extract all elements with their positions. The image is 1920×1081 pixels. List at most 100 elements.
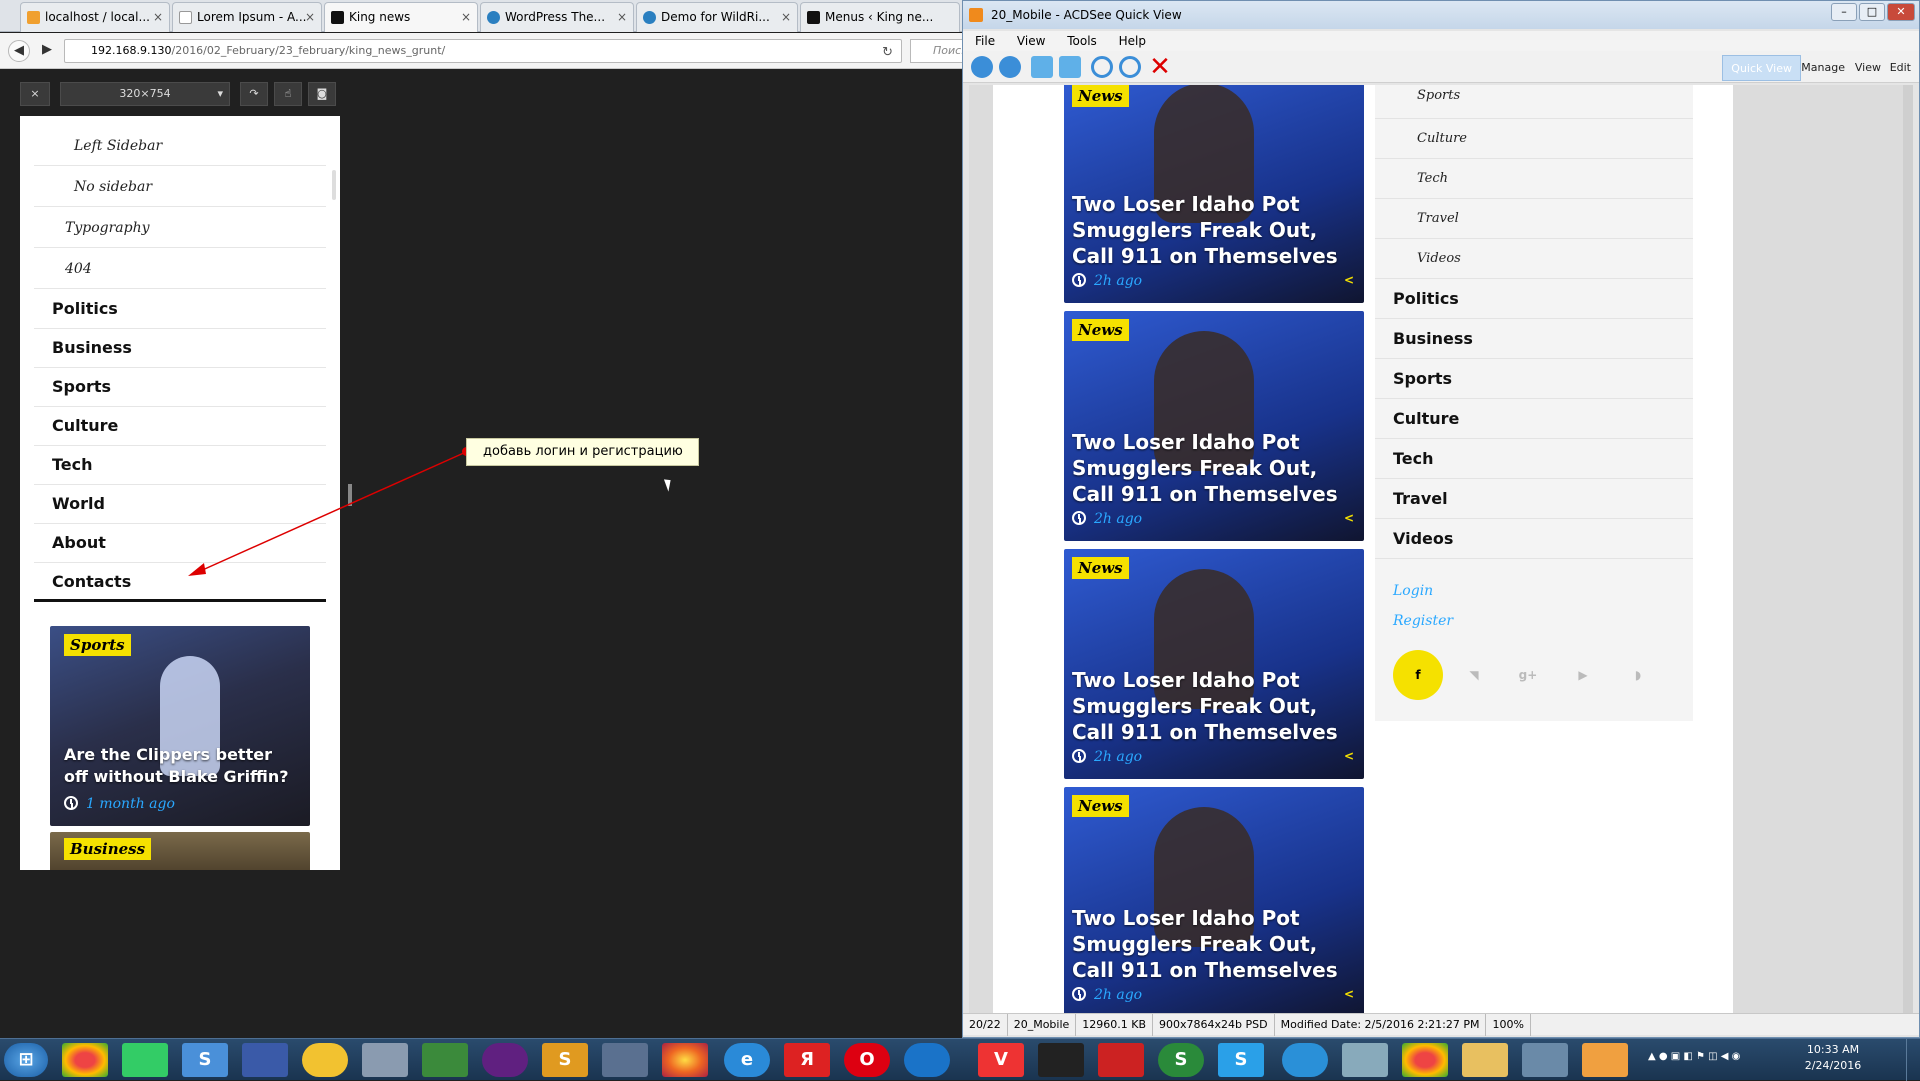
media-icon[interactable] — [482, 1043, 528, 1077]
show-desktop-button[interactable] — [1906, 1039, 1920, 1081]
status-bar: 20/22 20_Mobile 12960.1 KB 900x7864x24b PSD… — [963, 1013, 1919, 1036]
twitter-icon[interactable]: ◥ — [1449, 650, 1499, 700]
category-badge[interactable]: News — [1072, 319, 1129, 341]
sublime-icon[interactable]: S — [542, 1043, 588, 1077]
clock-icon — [1072, 987, 1086, 1001]
opera-icon[interactable]: O — [844, 1043, 890, 1077]
card-time: 2h ago — [1072, 273, 1142, 289]
scrollbar[interactable] — [1903, 85, 1913, 1013]
app-warning-icon[interactable] — [302, 1043, 348, 1077]
menu-bar: File View Tools Help — [963, 31, 1919, 51]
skype-s-icon[interactable]: S — [182, 1043, 228, 1077]
share-icon[interactable]: < — [1344, 273, 1354, 287]
notepad-icon[interactable] — [122, 1043, 168, 1077]
sidebar-item-sports[interactable]: Sports — [1375, 359, 1693, 399]
sidebar-sub-culture[interactable]: Culture — [1375, 119, 1693, 159]
app-icon[interactable] — [1038, 1043, 1084, 1077]
youtube-icon[interactable]: ▶ — [1558, 650, 1608, 700]
sidebar-item-politics[interactable]: Politics — [1375, 279, 1693, 319]
maximize-button[interactable]: □ — [1859, 3, 1885, 21]
clock-icon — [1072, 749, 1086, 763]
chrome-icon[interactable] — [1402, 1043, 1448, 1077]
minimize-button[interactable]: – — [1831, 3, 1857, 21]
status-zoom: 100% — [1486, 1014, 1531, 1036]
start-button[interactable]: ⊞ — [4, 1043, 48, 1077]
news-card[interactable]: News Two Loser Idaho Pot Smugglers Freak… — [1064, 311, 1364, 541]
tab-quick-view[interactable]: Quick View — [1722, 55, 1801, 81]
annotation-arrow — [188, 451, 467, 576]
sidebar-item-travel[interactable]: Travel — [1375, 479, 1693, 519]
menu-file[interactable]: File — [975, 34, 995, 48]
card-title[interactable]: Two Loser Idaho Pot Smugglers Freak Out,… — [1072, 429, 1352, 507]
annotation-note: добавь логин и регистрацию — [466, 438, 699, 466]
category-badge[interactable]: News — [1072, 795, 1129, 817]
sidebar-item-videos[interactable]: Videos — [1375, 519, 1693, 559]
share-icon[interactable]: < — [1344, 511, 1354, 525]
category-badge[interactable]: News — [1072, 85, 1129, 107]
acdsee-icon[interactable] — [1582, 1043, 1628, 1077]
login-link[interactable]: Login — [1393, 583, 1433, 599]
image-viewport[interactable]: News Two Loser Idaho Pot Smugglers Freak… — [969, 85, 1913, 1013]
previous-icon[interactable] — [971, 56, 993, 78]
rotate-left-icon[interactable] — [1031, 56, 1053, 78]
close-button[interactable]: ✕ — [1887, 3, 1915, 21]
anydesk-icon[interactable] — [1098, 1043, 1144, 1077]
facebook-icon[interactable]: f — [1393, 650, 1443, 700]
clock[interactable]: 10:33 AM 2/24/2016 — [1798, 1042, 1868, 1074]
register-link[interactable]: Register — [1393, 613, 1453, 629]
clock-icon — [1072, 273, 1086, 287]
social-row: f ◥ g+ ▶ ◗ — [1393, 650, 1683, 700]
news-card[interactable]: News Two Loser Idaho Pot Smugglers Freak… — [1064, 85, 1364, 303]
sidebar-item-tech[interactable]: Tech — [1375, 439, 1693, 479]
sidebar-sub-sports[interactable]: Sports — [1375, 85, 1693, 119]
share-icon[interactable]: < — [1344, 987, 1354, 1001]
tablet-icon[interactable] — [1342, 1043, 1388, 1077]
save-icon[interactable] — [242, 1043, 288, 1077]
zoom-in-icon[interactable] — [1091, 56, 1113, 78]
acdsee-window: 20_Mobile - ACDSee Quick View – □ ✕ File… — [962, 0, 1920, 1038]
menu-view[interactable]: View — [1017, 34, 1045, 48]
card-time: 2h ago — [1072, 511, 1142, 527]
tab-edit[interactable]: Edit — [1882, 55, 1919, 81]
skype-icon[interactable]: S — [1218, 1043, 1264, 1077]
yandex-icon[interactable]: Я — [784, 1043, 830, 1077]
status-index: 20/22 — [963, 1014, 1008, 1036]
firefox-icon[interactable] — [662, 1043, 708, 1077]
status-modified: Modified Date: 2/5/2016 2:21:27 PM — [1275, 1014, 1487, 1036]
sidebar-item-business[interactable]: Business — [1375, 319, 1693, 359]
rss-icon[interactable]: ◗ — [1613, 650, 1663, 700]
sidebar-sub-tech[interactable]: Tech — [1375, 159, 1693, 199]
card-title[interactable]: Two Loser Idaho Pot Smugglers Freak Out,… — [1072, 905, 1352, 983]
menu-help[interactable]: Help — [1119, 34, 1146, 48]
ie-icon[interactable]: e — [724, 1043, 770, 1077]
tray-icons[interactable]: ▲ ● ▣ ◧ ⚑ ◫ ◀ ◉ — [1648, 1051, 1740, 1062]
vivaldi-icon[interactable]: V — [978, 1043, 1024, 1077]
rotate-right-icon[interactable] — [1059, 56, 1081, 78]
category-badge[interactable]: News — [1072, 557, 1129, 579]
edge-icon[interactable] — [904, 1043, 950, 1077]
zoom-out-icon[interactable] — [1119, 56, 1141, 78]
green-s-icon[interactable]: S — [1158, 1043, 1204, 1077]
phpstorm-icon[interactable] — [422, 1043, 468, 1077]
sidebar-sub-videos[interactable]: Videos — [1375, 239, 1693, 279]
sidebar-sub-travel[interactable]: Travel — [1375, 199, 1693, 239]
card-title[interactable]: Two Loser Idaho Pot Smugglers Freak Out,… — [1072, 191, 1352, 269]
tab-manage[interactable]: Manage — [1793, 55, 1853, 81]
sidebar-item-culture[interactable]: Culture — [1375, 399, 1693, 439]
next-icon[interactable] — [999, 56, 1021, 78]
chrome-icon[interactable] — [62, 1043, 108, 1077]
menu-tools[interactable]: Tools — [1067, 34, 1097, 48]
news-card[interactable]: News Two Loser Idaho Pot Smugglers Freak… — [1064, 549, 1364, 779]
toolbar: ✕ Quick View Manage View Edit — [963, 51, 1919, 83]
googleplus-icon[interactable]: g+ — [1503, 650, 1553, 700]
share-icon[interactable]: < — [1344, 749, 1354, 763]
explorer-icon[interactable] — [1462, 1043, 1508, 1077]
sniffer-icon[interactable] — [602, 1043, 648, 1077]
calculator-icon[interactable] — [362, 1043, 408, 1077]
clock-icon — [1072, 511, 1086, 525]
delete-icon[interactable]: ✕ — [1149, 54, 1171, 80]
window-icon[interactable] — [1522, 1043, 1568, 1077]
news-card[interactable]: News Two Loser Idaho Pot Smugglers Freak… — [1064, 787, 1364, 1013]
card-title[interactable]: Two Loser Idaho Pot Smugglers Freak Out,… — [1072, 667, 1352, 745]
telegram-icon[interactable] — [1282, 1043, 1328, 1077]
